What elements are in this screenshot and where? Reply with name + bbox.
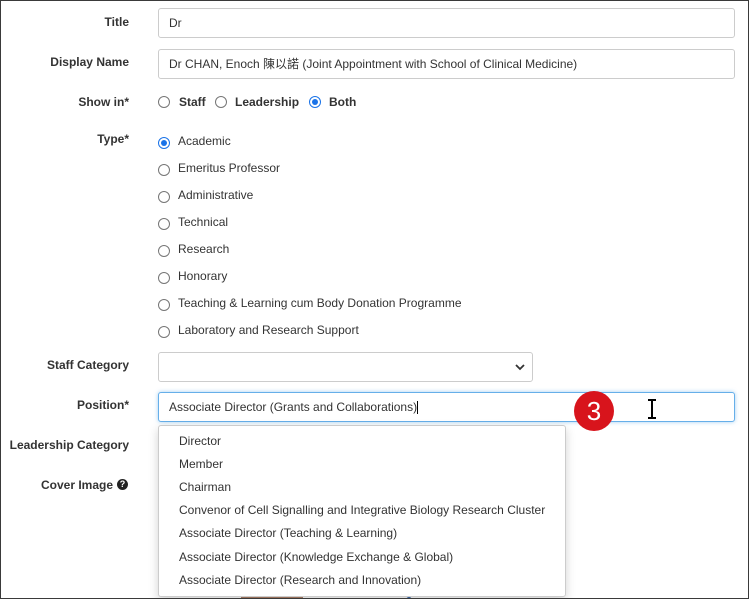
display-name-input[interactable]: Dr CHAN, Enoch 陳以諾 (Joint Appointment wi… xyxy=(158,49,735,79)
show-in-staff-label: Staff xyxy=(179,95,206,109)
show-in-label: Show in* xyxy=(78,95,129,109)
type-technical-radio[interactable] xyxy=(158,218,170,230)
question-circle-icon[interactable]: ? xyxy=(117,479,128,490)
staff-category-label: Staff Category xyxy=(46,358,129,372)
cover-image-label-text: Cover Image xyxy=(40,478,113,492)
step-number-badge: 3 xyxy=(574,391,614,431)
text-cursor-icon xyxy=(648,399,656,419)
type-technical-label: Technical xyxy=(178,215,229,229)
type-administrative-label: Administrative xyxy=(178,188,254,202)
position-label: Position* xyxy=(76,398,129,412)
suggestion-item[interactable]: Associate Director (Teaching & Learning) xyxy=(179,526,397,540)
display-name-label: Display Name xyxy=(50,55,129,69)
staff-category-select[interactable] xyxy=(158,352,533,382)
suggestion-item[interactable]: Chairman xyxy=(179,480,231,494)
leadership-category-label: Leadership Category xyxy=(9,438,129,452)
text-caret xyxy=(417,401,419,415)
type-teaching-learning-radio[interactable] xyxy=(158,299,170,311)
title-label: Title xyxy=(104,15,129,29)
type-academic-label: Academic xyxy=(178,134,231,148)
type-honorary-radio[interactable] xyxy=(158,272,170,284)
type-honorary-label: Honorary xyxy=(178,269,228,283)
show-in-staff-radio[interactable] xyxy=(158,96,170,108)
show-in-leadership-label: Leadership xyxy=(235,95,300,109)
type-research-label: Research xyxy=(178,242,230,256)
title-input[interactable]: Dr xyxy=(158,8,735,38)
type-label: Type* xyxy=(97,132,129,146)
suggestion-item[interactable]: Associate Director (Knowledge Exchange &… xyxy=(179,550,453,564)
type-academic-radio[interactable] xyxy=(158,137,170,149)
type-research-radio[interactable] xyxy=(158,245,170,257)
staff-form: Title Dr Display Name Dr CHAN, Enoch 陳以諾… xyxy=(0,0,749,599)
suggestion-item[interactable]: Member xyxy=(179,457,223,471)
position-suggestions-dropdown: Director Member Chairman Convenor of Cel… xyxy=(158,425,566,597)
type-teaching-learning-label: Teaching & Learning cum Body Donation Pr… xyxy=(178,296,462,310)
suggestion-item[interactable]: Convenor of Cell Signalling and Integrat… xyxy=(179,503,545,517)
type-lab-research-support-label: Laboratory and Research Support xyxy=(178,323,359,337)
show-in-both-label: Both xyxy=(329,95,357,109)
type-emeritus-professor-radio[interactable] xyxy=(158,164,170,176)
cover-image-label: Cover Image xyxy=(1,478,113,492)
type-administrative-radio[interactable] xyxy=(158,191,170,203)
show-in-leadership-radio[interactable] xyxy=(215,96,227,108)
type-emeritus-professor-label: Emeritus Professor xyxy=(178,161,281,175)
chevron-down-icon xyxy=(515,364,525,371)
suggestion-item[interactable]: Associate Director (Research and Innovat… xyxy=(179,573,421,587)
position-input-value: Associate Director (Grants and Collabora… xyxy=(169,400,418,414)
type-lab-research-support-radio[interactable] xyxy=(158,326,170,338)
suggestion-item[interactable]: Director xyxy=(179,434,221,448)
show-in-both-radio[interactable] xyxy=(309,96,321,108)
